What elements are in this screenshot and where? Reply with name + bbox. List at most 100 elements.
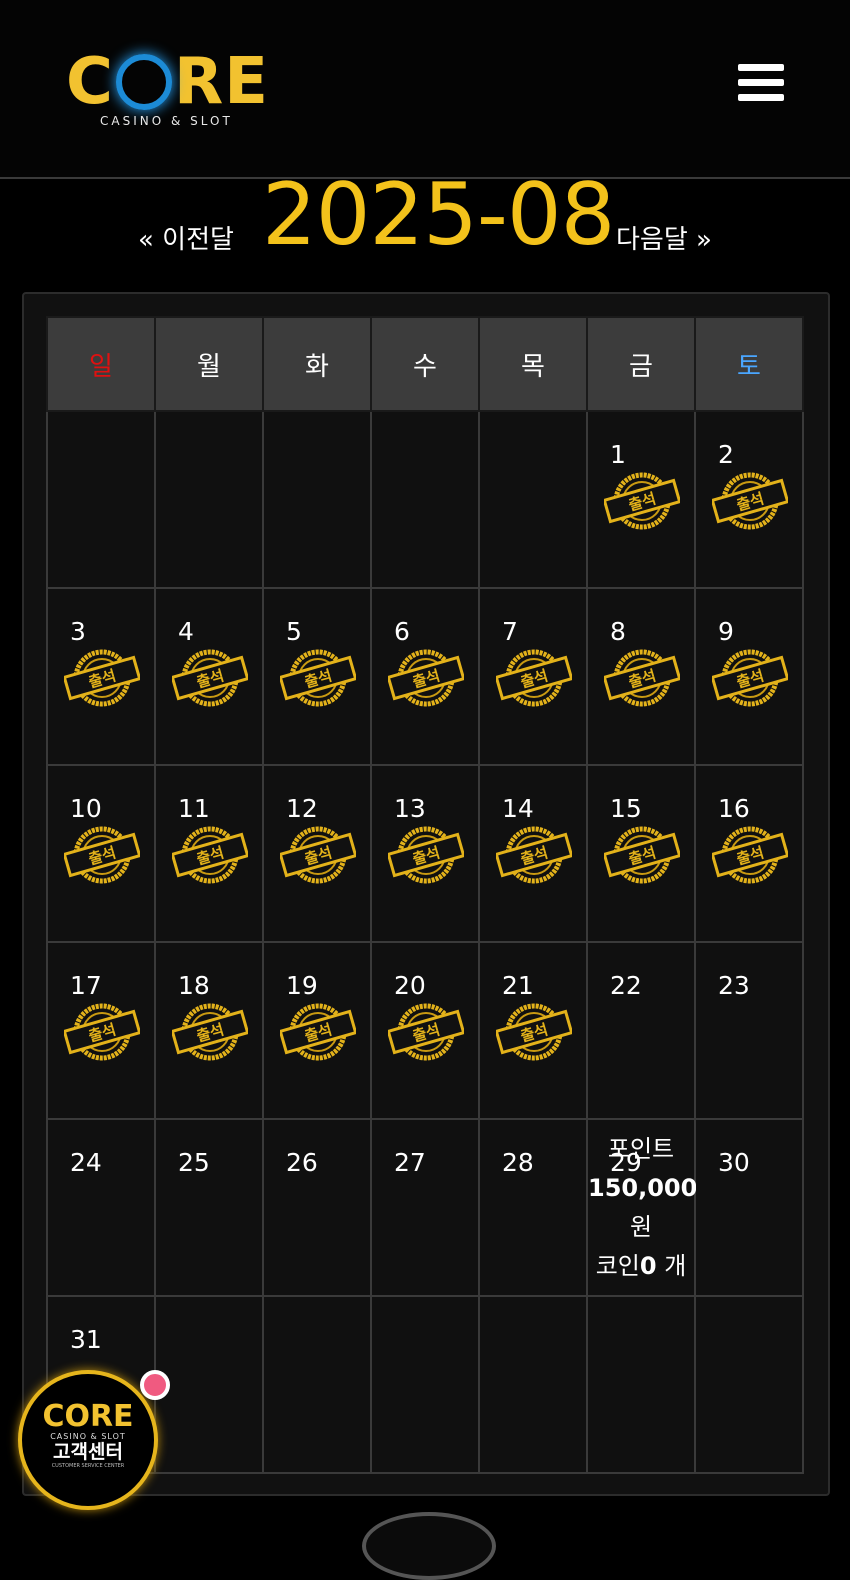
customer-service-button[interactable]: CORE CASINO & SLOT 고객센터 CUSTOMER SERVICE… [18, 1370, 170, 1510]
attendance-stamp-icon: 출석 [496, 1003, 572, 1061]
attendance-stamp-icon: 출석 [280, 826, 356, 884]
points-unit: 원 [629, 1213, 653, 1241]
day-number: 27 [394, 1148, 426, 1177]
calendar-day-cell[interactable]: 12 출석 [262, 764, 372, 943]
cs-tiny-text: CUSTOMER SERVICE CENTER [51, 1463, 125, 1469]
calendar-day-cell[interactable]: 16 출석 [694, 764, 804, 943]
day-number: 30 [718, 1148, 750, 1177]
calendar-day-cell[interactable]: 9 출석 [694, 587, 804, 766]
logo-subtitle: CASINO & SLOT [100, 114, 233, 128]
calendar-day-cell[interactable]: 19 출석 [262, 941, 372, 1120]
calendar-week-row: 17 출석 18 출석 19 출석 20 출석 21 출석 22 23 [46, 941, 804, 1120]
day-number: 16 [718, 794, 750, 823]
calendar-day-cell[interactable]: 17 출석 [46, 941, 156, 1120]
calendar-day-cell[interactable]: 23 [694, 941, 804, 1120]
calendar-day-cell[interactable]: 18 출석 [154, 941, 264, 1120]
day-number: 21 [502, 971, 534, 1000]
day-number: 26 [286, 1148, 318, 1177]
calendar-day-cell[interactable]: 25 [154, 1118, 264, 1297]
attendance-stamp-icon: 출석 [712, 472, 788, 530]
calendar-day-cell[interactable]: 1 출석 [586, 410, 696, 589]
calendar-empty-cell [478, 410, 588, 589]
coin-line: 코인0 개 [595, 1252, 687, 1280]
calendar-day-cell[interactable]: 8 출석 [586, 587, 696, 766]
day-number: 14 [502, 794, 534, 823]
previous-month-link[interactable]: « 이전달 [138, 219, 234, 256]
day-number: 12 [286, 794, 318, 823]
points-summary: 포인트 150,000 원코인0 개 [588, 1130, 698, 1286]
calendar-empty-cell [154, 1295, 264, 1474]
calendar-day-cell[interactable]: 15 출석 [586, 764, 696, 943]
next-month-link[interactable]: 다음달 » [616, 219, 712, 256]
calendar-day-cell[interactable]: 6 출석 [370, 587, 480, 766]
attendance-stamp-icon: 출석 [496, 649, 572, 707]
core-casino-logo[interactable]: C RE CASINO & SLOT [66, 50, 276, 134]
day-number: 28 [502, 1148, 534, 1177]
calendar-empty-cell [46, 410, 156, 589]
calendar-day-cell[interactable]: 30 [694, 1118, 804, 1297]
calendar-empty-cell [370, 410, 480, 589]
calendar-day-cell[interactable]: 4 출석 [154, 587, 264, 766]
notification-dot [140, 1370, 170, 1400]
day-number: 7 [502, 617, 518, 646]
calendar-week-row: 1 출석 2 출석 [46, 410, 804, 589]
calendar-day-cell[interactable]: 2 출석 [694, 410, 804, 589]
calendar-day-cell[interactable]: 27 [370, 1118, 480, 1297]
weekday-sunday: 일 [46, 316, 156, 412]
calendar-day-cell[interactable]: 21 출석 [478, 941, 588, 1120]
day-number: 11 [178, 794, 210, 823]
calendar-empty-cell [262, 1295, 372, 1474]
day-number: 25 [178, 1148, 210, 1177]
day-number: 4 [178, 617, 194, 646]
calendar-day-cell[interactable]: 22 [586, 941, 696, 1120]
day-number: 20 [394, 971, 426, 1000]
day-number: 3 [70, 617, 86, 646]
day-number: 5 [286, 617, 302, 646]
cs-logo: CORE [42, 1399, 134, 1434]
attendance-stamp-icon: 출석 [604, 649, 680, 707]
calendar-day-cell[interactable]: 26 [262, 1118, 372, 1297]
cs-title: 고객센터 [53, 1441, 123, 1463]
day-number: 2 [718, 440, 734, 469]
calendar-empty-cell [370, 1295, 480, 1474]
attendance-stamp-icon: 출석 [604, 826, 680, 884]
calendar-empty-cell [154, 410, 264, 589]
weekday-tuesday: 화 [262, 316, 372, 412]
attendance-stamp-icon: 출석 [172, 649, 248, 707]
calendar-day-cell[interactable]: 5 출석 [262, 587, 372, 766]
calendar-day-cell[interactable]: 7 출석 [478, 587, 588, 766]
attendance-stamp-icon: 출석 [64, 1003, 140, 1061]
calendar-day-cell[interactable]: 20 출석 [370, 941, 480, 1120]
attendance-stamp-icon: 출석 [388, 826, 464, 884]
calendar-day-cell[interactable]: 28 [478, 1118, 588, 1297]
day-number: 19 [286, 971, 318, 1000]
current-month-title: 2025-08 [262, 165, 615, 265]
attendance-stamp-icon: 출석 [64, 826, 140, 884]
weekday-header-row: 일 월 화 수 목 금 토 [46, 316, 804, 412]
hamburger-menu-icon[interactable] [738, 64, 784, 104]
calendar-day-cell[interactable]: 24 [46, 1118, 156, 1297]
points-label: 포인트 [607, 1135, 675, 1163]
day-number: 10 [70, 794, 102, 823]
attendance-stamp-icon: 출석 [388, 649, 464, 707]
month-navigation: « 이전달 2025-08 다음달 » [0, 165, 850, 287]
calendar-day-cell[interactable]: 29 포인트 150,000 원 코인0 개 [586, 1118, 698, 1297]
day-number: 18 [178, 971, 210, 1000]
points-amount: 150,000 [588, 1174, 698, 1202]
bottom-floating-button[interactable] [362, 1512, 496, 1580]
calendar-empty-cell [478, 1295, 588, 1474]
day-number: 1 [610, 440, 626, 469]
calendar-day-cell[interactable]: 11 출석 [154, 764, 264, 943]
calendar-day-cell[interactable]: 14 출석 [478, 764, 588, 943]
calendar-week-row: 24 25 26 27 28 29 포인트 150,000 원 코인0 개 30 [46, 1118, 804, 1297]
calendar-day-cell[interactable]: 10 출석 [46, 764, 156, 943]
attendance-stamp-icon: 출석 [172, 826, 248, 884]
day-number: 31 [70, 1325, 102, 1354]
calendar-day-cell[interactable]: 3 출석 [46, 587, 156, 766]
day-number: 6 [394, 617, 410, 646]
attendance-stamp-icon: 출석 [712, 649, 788, 707]
calendar-day-cell[interactable]: 13 출석 [370, 764, 480, 943]
attendance-stamp-icon: 출석 [172, 1003, 248, 1061]
day-number: 8 [610, 617, 626, 646]
weekday-monday: 월 [154, 316, 264, 412]
